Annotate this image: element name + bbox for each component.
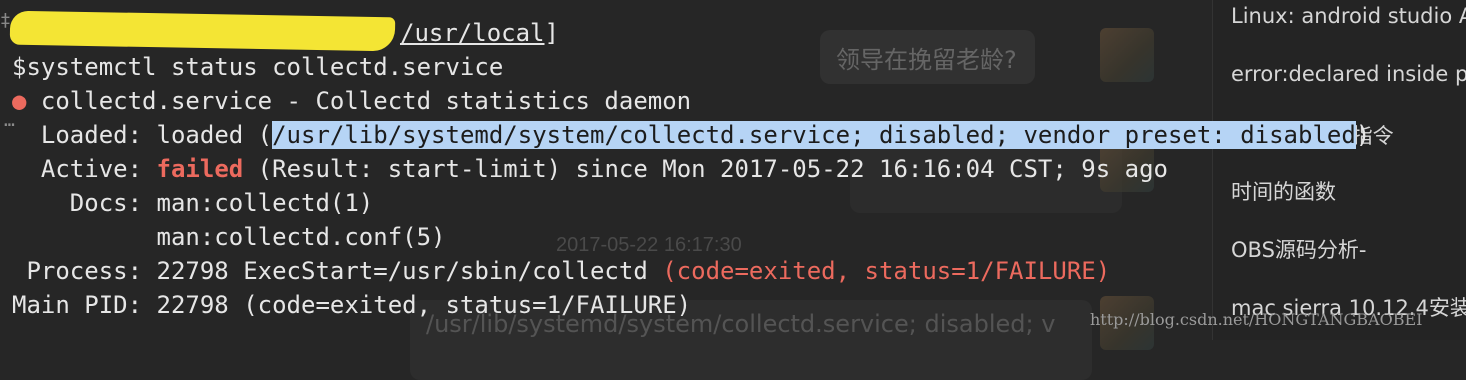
mainpid-line: Main PID: 22798 (code=exited, status=1/F… (12, 291, 692, 319)
active-line: Active: failed (Result: start-limit) sin… (40, 155, 1168, 183)
prompt-path: /usr/local (400, 19, 545, 47)
terminal-output: ‡ /usr/local] $systemctl status collectd… (0, 0, 1400, 340)
process-exit-code: (code=exited, status=1/FAILURE) (662, 257, 1111, 285)
loaded-line: Loaded: loaded (/usr/lib/systemd/system/… (40, 121, 1371, 149)
service-line: ● collectd.service - Collectd statistics… (12, 87, 692, 115)
docs-line-2: man:collectd.conf(5) (156, 223, 446, 251)
status-failed: failed (156, 155, 244, 183)
redaction-mark (9, 10, 396, 52)
command-line: $systemctl status collectd.service (12, 53, 504, 81)
selected-text[interactable]: /usr/lib/systemd/system/collectd.service… (272, 121, 1356, 149)
docs-line: Docs: man:collectd(1) (69, 189, 374, 217)
process-line: Process: 22798 ExecStart=/usr/sbin/colle… (26, 257, 1111, 285)
